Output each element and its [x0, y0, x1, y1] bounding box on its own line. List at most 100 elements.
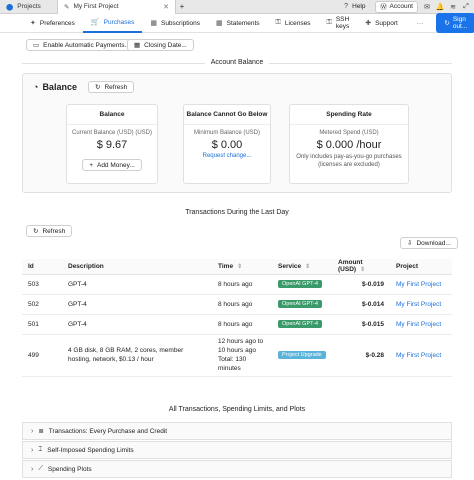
refresh-icon: ↻ [95, 84, 101, 91]
bell-icon[interactable]: 🔔 [436, 3, 445, 11]
card-title: Spending Rate [290, 105, 408, 125]
sort-icon: ⇕ [305, 263, 311, 270]
download-button[interactable]: ⇩ Download... [400, 237, 458, 249]
credit-card-icon: ▭ [33, 42, 40, 49]
cell-description: GPT-4 [62, 314, 212, 335]
transactions-title: Transactions During the Last Day [185, 209, 289, 216]
enable-auto-payments-button[interactable]: ▭ Enable Automatic Payments... [26, 39, 137, 51]
projects-icon: ⬤ [6, 3, 14, 11]
cell-service: OpenAI GPT-4 [272, 314, 332, 335]
more-icon[interactable]: ··· [412, 19, 429, 28]
cell-description: GPT-4 [62, 274, 212, 295]
edit-icon: ✎ [64, 3, 70, 11]
nav-subscriptions[interactable]: ▦ Subscriptions [142, 14, 208, 33]
list-icon: ≣ [38, 428, 44, 435]
cell-id: 502 [22, 294, 62, 315]
chevron-right-icon: › [31, 446, 34, 454]
service-badge: Project Upgrade [278, 351, 326, 359]
table-row[interactable]: 502 GPT-4 8 hours ago OpenAI GPT-4 $-0.0… [22, 294, 452, 315]
help-button[interactable]: ? Help [338, 2, 369, 12]
spending-rate-note: Only includes pay-as-you-go purchases (l… [296, 154, 402, 168]
column-header-time[interactable]: Time ⇕ [212, 259, 272, 275]
cell-amount: $-0.014 [332, 294, 390, 315]
wrench-icon: ✦ [30, 20, 36, 27]
tab-projects[interactable]: ⬤ Projects [0, 0, 58, 14]
nav-statements[interactable]: ▦ Statements [208, 14, 268, 33]
column-header-project[interactable]: Project [390, 259, 452, 275]
table-row[interactable]: 503 GPT-4 8 hours ago OpenAI GPT-4 $-0.0… [22, 274, 452, 295]
balance-refresh-button[interactable]: ↻ Refresh [88, 81, 135, 93]
cell-id: 499 [22, 334, 62, 377]
download-icon: ⇩ [407, 240, 413, 247]
sign-out-icon: ↻ [444, 20, 450, 27]
nav-licenses[interactable]: ⚿ Licenses [268, 14, 319, 33]
spending-plots-panel[interactable]: › ⟋ Spending Plots [22, 460, 452, 478]
spending-rate-value: $ 0.000 /hour [316, 139, 382, 151]
account-balance-title: Account Balance [0, 59, 474, 66]
sort-icon: ⇕ [360, 267, 366, 274]
limit-icon: ⌶ [38, 446, 43, 453]
card-label: Current Balance (USD) (USD) [71, 130, 153, 136]
spending-rate-card: Spending Rate Metered Spend (USD) $ 0.00… [289, 104, 409, 184]
tab-label: Projects [17, 3, 41, 10]
project-link[interactable]: My First Project [390, 294, 452, 315]
calendar-icon: ▦ [216, 20, 223, 27]
card-label: Metered Spend (USD) [319, 130, 379, 136]
tab-my-first-project[interactable]: ✎ My First Project ✕ [58, 0, 176, 14]
dashboard-icon: ◔ [33, 82, 39, 92]
table-row[interactable]: 499 4 GB disk, 8 GB RAM, 2 cores, member… [22, 334, 452, 377]
new-tab-button[interactable]: + [176, 2, 188, 11]
column-header-service[interactable]: Service ⇕ [272, 259, 332, 275]
spending-limits-panel[interactable]: › ⌶ Self-Imposed Spending Limits [22, 441, 452, 459]
chevron-right-icon: › [31, 465, 34, 473]
transactions-refresh-button[interactable]: ↻ Refresh [26, 225, 73, 237]
balance-panel: ◔ Balance ↻ Refresh Balance Current Bala… [22, 73, 452, 193]
account-button[interactable]: Ⓦ Account [374, 0, 418, 13]
balance-heading: ◔ Balance [33, 82, 77, 92]
refresh-icon: ↻ [33, 228, 39, 235]
cart-icon: 🛒 [90, 19, 100, 26]
cell-id: 501 [22, 314, 62, 335]
cell-amount: $-0.28 [332, 334, 390, 377]
cell-service: OpenAI GPT-4 [272, 274, 332, 295]
cell-time: 12 hours ago to 10 hours ago Total: 130 … [212, 334, 272, 377]
transactions-every-purchase-panel[interactable]: › ≣ Transactions: Every Purchase and Cre… [22, 422, 452, 440]
column-header-amount[interactable]: Amount (USD) ⇕ [332, 259, 390, 275]
transactions-table: Id Description Time ⇕ Service ⇕ Amount (US… [22, 259, 452, 377]
column-header-description[interactable]: Description [62, 259, 212, 275]
cell-amount: $-0.019 [332, 274, 390, 295]
sign-out-button[interactable]: ↻ Sign out... [436, 13, 474, 33]
nav-preferences[interactable]: ✦ Preferences [22, 14, 83, 33]
project-link[interactable]: My First Project [390, 314, 452, 335]
balance-card: Balance Current Balance (USD) (USD) $ 9.… [66, 104, 158, 184]
cell-description: 4 GB disk, 8 GB RAM, 2 cores, member hos… [62, 334, 212, 377]
current-balance-value: $ 9.67 [96, 139, 128, 151]
chevron-right-icon: › [31, 427, 34, 435]
fullscreen-icon[interactable]: ⤢ [462, 3, 470, 11]
project-link[interactable]: My First Project [390, 274, 452, 295]
line-chart-icon: ⟋ [38, 465, 43, 472]
close-tab-icon[interactable]: ✕ [163, 3, 169, 11]
calendar-icon: ▦ [150, 20, 157, 27]
closing-date-button[interactable]: ▦ Closing Date... [127, 39, 194, 51]
project-link[interactable]: My First Project [390, 334, 452, 377]
card-title: Balance Cannot Go Below [184, 105, 270, 125]
cell-service: Project Upgrade [272, 334, 332, 377]
wifi-icon: ≋ [450, 3, 456, 11]
settings-nav: ✦ Preferences 🛒 Purchases ▦ Subscriptions ▦… [0, 13, 474, 33]
column-header-id[interactable]: Id [22, 259, 62, 275]
help-icon: ? [344, 3, 349, 10]
nav-purchases[interactable]: 🛒 Purchases [82, 14, 143, 33]
medkit-icon: ✚ [365, 20, 372, 27]
table-row[interactable]: 501 GPT-4 8 hours ago OpenAI GPT-4 $-0.0… [22, 314, 452, 335]
nav-support[interactable]: ✚ Support [357, 14, 406, 33]
all-transactions-title: All Transactions, Spending Limits, and P… [168, 406, 306, 413]
nav-ssh-keys[interactable]: ⚿ SSH keys [319, 14, 358, 33]
key-icon: ⚿ [275, 19, 281, 26]
table-header-row: Id Description Time ⇕ Service ⇕ Amount (US… [22, 259, 452, 275]
minimum-balance-card: Balance Cannot Go Below Minimum Balance … [183, 104, 271, 184]
request-change-link[interactable]: Request change... [184, 153, 270, 159]
add-money-button[interactable]: + Add Money... [82, 159, 142, 171]
cell-time: 8 hours ago [212, 314, 272, 335]
mail-icon[interactable]: ✉ [423, 3, 431, 11]
